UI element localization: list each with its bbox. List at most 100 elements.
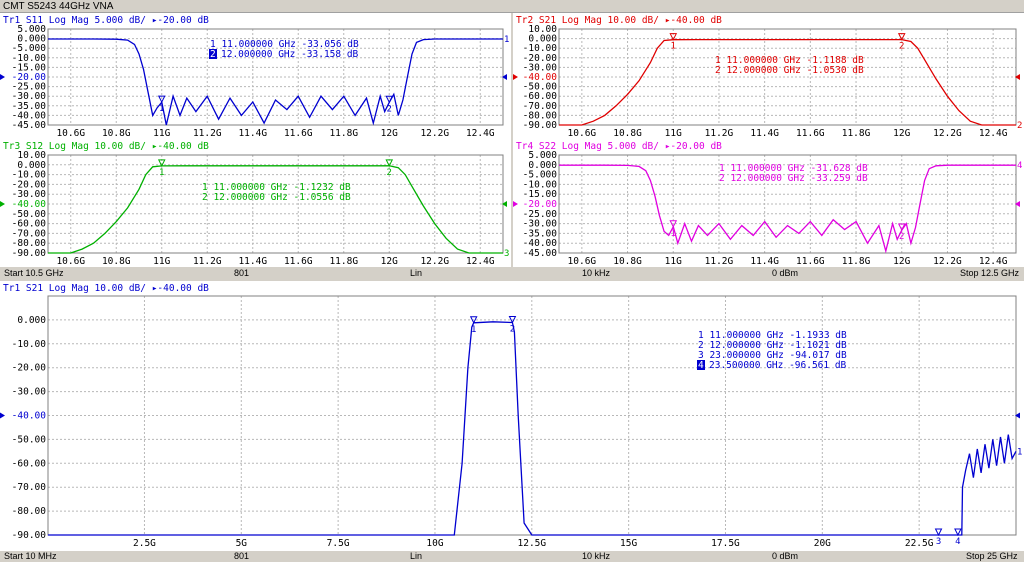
reference-level-left-arrow (513, 74, 518, 80)
x-tick-label: 5G (236, 538, 248, 549)
trace-panel-tr2[interactable]: Tr2 S21 Log Mag 10.00 dB/ ▸-40.00 dB 10.0… (513, 13, 1024, 139)
y-tick-label: -90.00 (523, 120, 558, 131)
x-tick-label: 11.2G (705, 256, 734, 267)
marker-number: 2 (387, 168, 392, 178)
x-tick-label: 10.6G (56, 128, 85, 139)
x-tick-label: 10.6G (568, 256, 597, 267)
y-tick-label: -70.00 (12, 482, 47, 493)
marker-readout-line: 23.500000 GHz -96.561 dB (709, 360, 847, 371)
trace-panel-tr3[interactable]: Tr3 S12 Log Mag 10.00 dB/ ▸-40.00 dB 10.0… (0, 139, 511, 267)
x-tick-label: 10G (426, 538, 443, 549)
trace-header: Tr1 S21 Log Mag 10.00 dB/ ▸-40.00 dB (3, 283, 209, 294)
window-title: CMT S5243 44GHz VNA (0, 0, 1024, 13)
x-tick-label: 12.4G (466, 128, 495, 139)
trace-panel-wide[interactable]: Tr1 S21 Log Mag 10.00 dB/ ▸-40.00 dB 0.00… (0, 281, 1024, 551)
sweep-points: 801 (234, 268, 250, 278)
x-axis: 2.5G 5G 7.5G 10G 12.5G 15G 17.5G 20G 22.5G (133, 538, 934, 549)
marker-triangle (954, 528, 962, 537)
x-tick-label: 12G (381, 128, 398, 139)
x-tick-label: 12.5G (518, 538, 547, 549)
y-tick-label: -45.00 (12, 120, 47, 131)
x-tick-label: 11.6G (796, 256, 825, 267)
y-axis: 5.0000.000-5.000-10.00-15.00-20.00-25.00… (12, 24, 47, 131)
x-tick-label: 12.4G (979, 256, 1008, 267)
x-tick-label: 11.2G (705, 128, 734, 139)
trace-panel-tr1[interactable]: Tr1 S11 Log Mag 5.000 dB/ ▸-20.00 dB 5.00… (0, 13, 511, 139)
x-tick-label: 11.4G (238, 128, 267, 139)
x-tick-label: 7.5G (327, 538, 350, 549)
x-tick-label: 11G (153, 128, 170, 139)
reference-level-left-arrow (0, 201, 5, 207)
reference-level-left-arrow (0, 412, 5, 419)
x-axis: 10.6G 10.8G 11G 11.2G 11.4G 11.6G 11.8G 12G 12.2… (56, 256, 494, 267)
x-tick-label: 12.2G (420, 128, 449, 139)
x-tick-label: 12G (893, 256, 910, 267)
y-tick-label: 0.000 (17, 315, 46, 326)
y-tick-label: -60.00 (12, 458, 47, 469)
y-tick-label: -90.00 (12, 248, 47, 259)
x-tick-label: 11.8G (842, 256, 871, 267)
x-tick-label: 11.8G (329, 128, 358, 139)
trace-end-label: 1 (504, 35, 509, 45)
y-tick-label: -40.00 (12, 411, 47, 422)
trace-panel-tr4[interactable]: Tr4 S22 Log Mag 5.000 dB/ ▸-20.00 dB 5.00… (513, 139, 1024, 267)
stop-frequency: Stop 12.5 GHz (960, 268, 1020, 278)
marker-number: 1 (471, 325, 476, 335)
x-tick-label: 10.8G (102, 128, 131, 139)
marker-readout: 1 11.000000 GHz -33.056 dB2 12.000000 GHz… (209, 39, 359, 60)
x-tick-label: 11G (153, 256, 170, 267)
y-tick-label: -30.00 (12, 387, 47, 398)
trace-end-label: 3 (504, 249, 509, 259)
if-bandwidth: 10 kHz (582, 551, 611, 561)
x-tick-label: 17.5G (711, 538, 740, 549)
x-tick-label: 20G (814, 538, 831, 549)
x-tick-label: 10.6G (568, 128, 597, 139)
x-tick-label: 12.2G (933, 128, 962, 139)
marker-readout: 1 11.000000 GHz -1.1933 dB2 12.000000 GH… (697, 330, 847, 371)
marker-number: 2 (899, 42, 904, 52)
marker-readout: 1 11.000000 GHz -1.1232 dB2 12.000000 GH… (202, 182, 351, 203)
x-tick-label: 10.8G (613, 128, 642, 139)
y-tick-label: -50.00 (12, 434, 47, 445)
y-tick-label: -45.00 (523, 248, 558, 259)
y-axis: 0.000 -10.00 -20.00 -30.00 -40.00 -50.00 -60.0… (12, 315, 47, 541)
x-tick-label: 22.5G (905, 538, 934, 549)
trace-end-label: 4 (1017, 161, 1022, 171)
x-tick-label: 11.4G (750, 128, 779, 139)
x-tick-label: 11.2G (193, 128, 222, 139)
y-axis: 10.000.000-10.00-20.00-30.00-40.00-50.00… (12, 150, 47, 259)
marker-number: 4 (955, 537, 960, 547)
channel1-status-bar: Start 10.5 GHz 801 Lin 10 kHz 0 dBm Stop… (0, 268, 1024, 278)
marker-number: 1 (159, 168, 164, 178)
if-bandwidth: 10 kHz (582, 268, 611, 278)
marker-readout-line: 2 12.000000 GHz -33.259 dB (719, 173, 868, 184)
marker-triangle (157, 95, 166, 104)
x-tick-label: 12.4G (466, 256, 495, 267)
x-axis: 10.6G 10.8G 11G 11.2G 11.4G 11.6G 11.8G 12G 12.2… (56, 128, 494, 139)
x-axis: 10.6G 10.8G 11G 11.2G 11.4G 11.6G 11.8G 12G 12.2… (568, 256, 1008, 267)
stop-frequency: Stop 25 GHz (966, 551, 1018, 561)
source-power: 0 dBm (772, 268, 799, 278)
x-tick-label: 10.6G (56, 256, 85, 267)
x-tick-label: 2.5G (133, 538, 156, 549)
grid (48, 296, 1016, 536)
marker-number: 3 (936, 537, 941, 547)
x-tick-label: 12.2G (933, 256, 962, 267)
sweep-type: Lin (410, 268, 423, 278)
reference-level-left-arrow (0, 74, 5, 80)
marker-readout-line: 12.000000 GHz -33.158 dB (221, 49, 359, 60)
x-tick-label: 10.8G (102, 256, 131, 267)
y-axis: 10.000.000-10.00-20.00-30.00-40.00-50.00… (523, 24, 558, 131)
marker-number: 1 (671, 229, 676, 239)
x-tick-label: 11G (665, 128, 682, 139)
marker-readout: 1 11.000000 GHz -1.1188 dB2 12.000000 GH… (715, 55, 864, 76)
channel2-status-bar: Start 10 MHz 801 Lin 10 kHz 0 dBm Stop 2… (0, 551, 1024, 561)
marker-readout-line: 2 12.000000 GHz -1.0530 dB (715, 65, 864, 76)
y-tick-label: -10.00 (12, 339, 47, 350)
x-tick-label: 11.4G (750, 256, 779, 267)
x-tick-label: 12G (893, 128, 910, 139)
x-tick-label: 12G (381, 256, 398, 267)
x-axis: 10.6G 10.8G 11G 11.2G 11.4G 11.6G 11.8G 12G 12.2… (568, 128, 1008, 139)
trace-header-text: Tr1 S21 Log Mag 10.00 dB/ ▸-40.00 dB (3, 283, 209, 294)
reference-level-left-arrow (513, 201, 518, 207)
